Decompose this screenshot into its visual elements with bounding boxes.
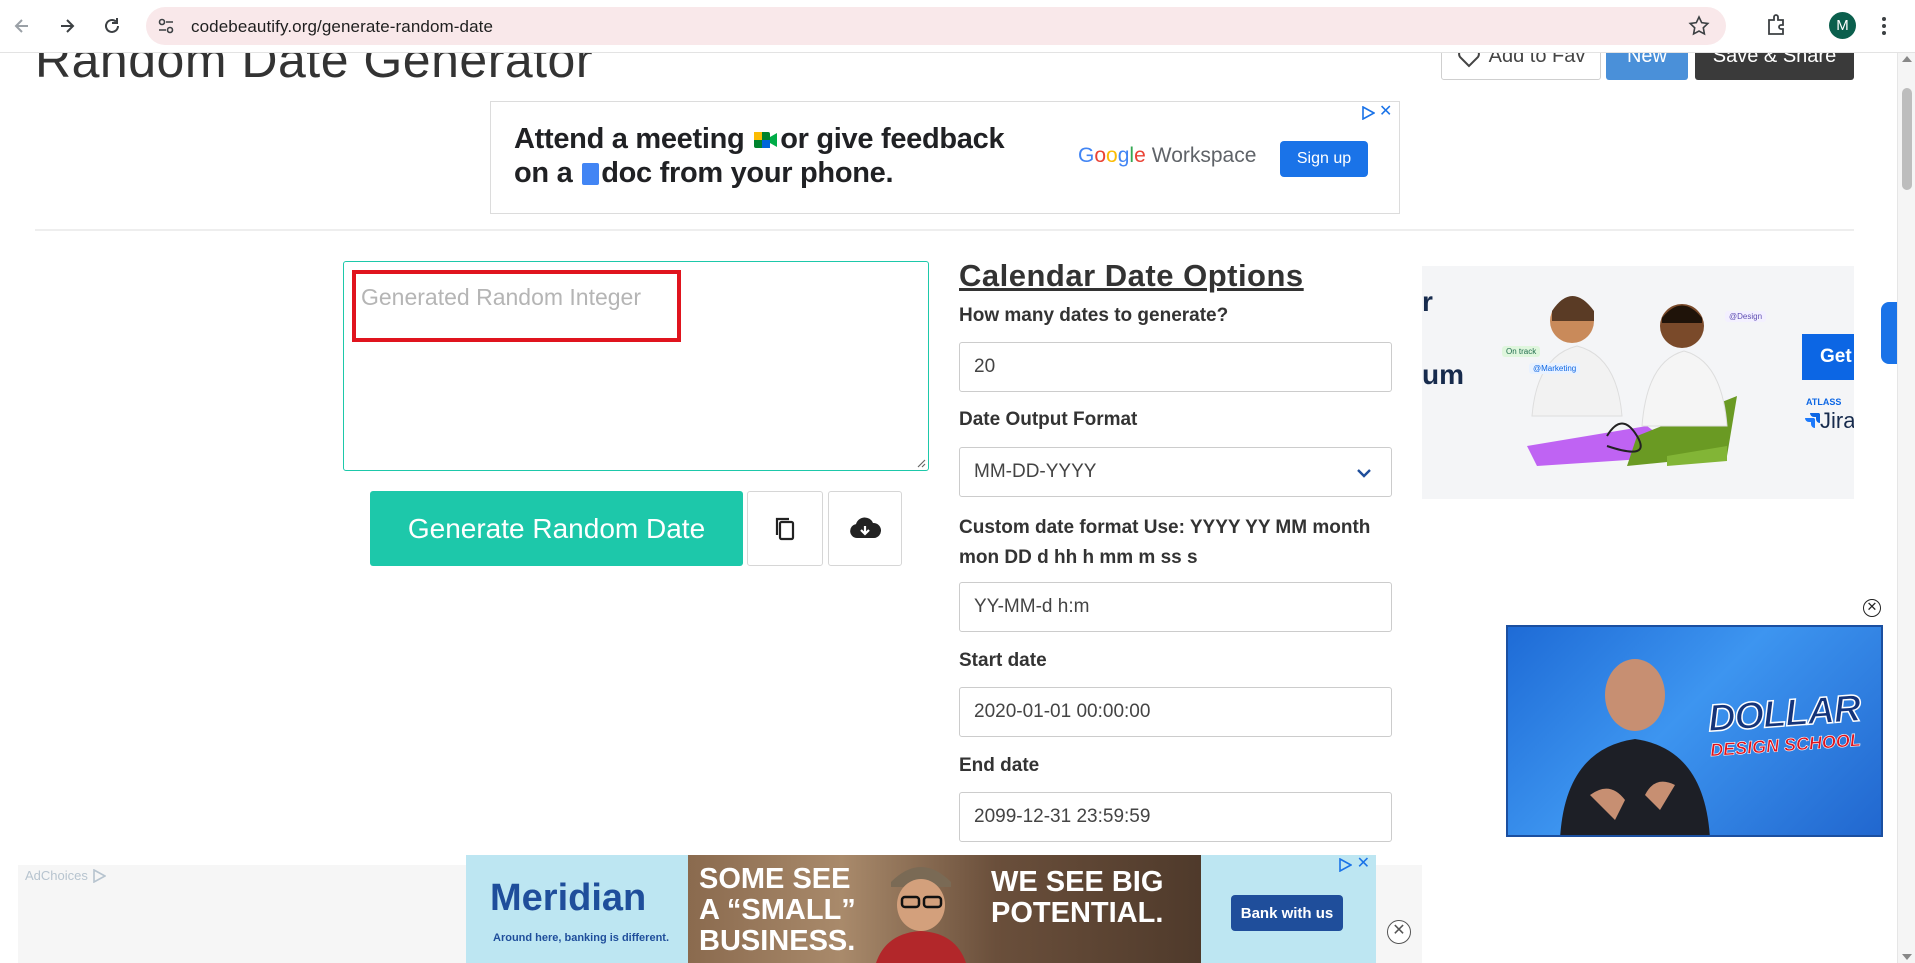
- ad-tag: On track: [1502, 346, 1541, 357]
- ad-tag: @Design: [1725, 311, 1767, 322]
- ad-headline-line: A “SMALL”: [699, 894, 856, 926]
- ad-person-figure: [876, 867, 966, 963]
- ad-partial-text: r: [1422, 286, 1433, 317]
- browser-menu-icon[interactable]: [1878, 13, 1890, 39]
- ad-headline-part: or give feedback: [780, 123, 1005, 155]
- bookmark-star-icon[interactable]: [1688, 15, 1710, 37]
- scroll-down-icon[interactable]: [1902, 954, 1912, 960]
- highlight-box: [352, 270, 681, 342]
- download-button[interactable]: [828, 491, 902, 566]
- page-scrollbar[interactable]: [1897, 53, 1915, 963]
- divider: [35, 229, 1854, 231]
- heart-icon: [1457, 53, 1480, 67]
- meridian-logo: Meridian: [490, 877, 647, 919]
- top-advertisement[interactable]: Attend a meeting or give feedback on a d…: [490, 101, 1400, 214]
- adchoices-icon: [93, 868, 106, 883]
- video-close-icon[interactable]: ✕: [1863, 599, 1881, 617]
- cloud-download-icon: [850, 516, 881, 538]
- bottom-ad-close-icon[interactable]: ✕: [1387, 920, 1411, 944]
- custom-format-label: Custom date format Use: YYYY YY MM month…: [959, 517, 1371, 568]
- browser-toolbar: codebeautify.org/generate-random-date M: [0, 0, 1915, 53]
- count-input[interactable]: 20: [959, 342, 1392, 392]
- google-meet-icon: [754, 124, 778, 148]
- ad-tag: @Marketing: [1529, 363, 1581, 374]
- ad-headline-part: doc from your phone.: [601, 157, 894, 189]
- ad-headline-line: SOME SEE: [699, 863, 851, 895]
- meridian-tagline: Around here, banking is different.: [493, 932, 670, 944]
- address-bar[interactable]: codebeautify.org/generate-random-date: [146, 7, 1726, 45]
- format-select[interactable]: MM-DD-YYYY: [959, 447, 1392, 497]
- ad-headline-part: on a: [514, 157, 573, 189]
- copy-button[interactable]: [747, 491, 823, 566]
- back-button[interactable]: [8, 12, 36, 40]
- ad-brand-small: ATLASS: [1806, 397, 1842, 407]
- adchoices-label[interactable]: AdChoices: [25, 868, 106, 883]
- page-title: Random Date Generator: [35, 53, 594, 88]
- resize-handle-icon[interactable]: [916, 458, 926, 468]
- url-text: codebeautify.org/generate-random-date: [191, 17, 494, 36]
- right-advertisement[interactable]: r um On track @Marketing @Design Get ATL…: [1422, 266, 1854, 499]
- reload-icon: [105, 18, 119, 33]
- ad-headline-right: WE SEE BIG POTENTIAL.: [991, 867, 1163, 929]
- ad-partial-text: um: [1422, 359, 1464, 390]
- back-arrow-icon: [14, 19, 28, 33]
- adchoices-icon[interactable]: [1338, 858, 1352, 872]
- ad-get-button[interactable]: Get: [1802, 334, 1854, 380]
- ad-headline-line: BUSINESS.: [699, 925, 856, 957]
- site-info-icon[interactable]: [156, 16, 176, 36]
- logo-letter: G: [1078, 144, 1095, 167]
- ad-signup-button[interactable]: Sign up: [1280, 141, 1368, 177]
- ad-close-icon[interactable]: ✕: [1379, 104, 1393, 120]
- adchoices-text: AdChoices: [25, 868, 88, 883]
- copy-icon: [775, 517, 795, 540]
- forward-button[interactable]: [53, 12, 81, 40]
- chevron-down-icon: [1357, 469, 1371, 478]
- video-advertisement[interactable]: DOLLAR DESIGN SCHOOL: [1506, 625, 1883, 837]
- end-date-label: End date: [959, 755, 1040, 776]
- save-share-button[interactable]: Save & Share: [1695, 53, 1854, 80]
- jira-text: Jira: [1820, 408, 1854, 433]
- profile-avatar[interactable]: M: [1829, 12, 1856, 39]
- ad-headline: Attend a meeting or give feedback on a d…: [514, 122, 1005, 190]
- count-label: How many dates to generate?: [959, 305, 1229, 326]
- format-select-value: MM-DD-YYYY: [974, 461, 1097, 482]
- feedback-side-tab[interactable]: [1881, 302, 1897, 364]
- ad-headline-left: SOME SEE A “SMALL” BUSINESS.: [699, 864, 856, 957]
- start-date-input[interactable]: 2020-01-01 00:00:00: [959, 687, 1392, 737]
- forward-arrow-icon: [61, 19, 75, 33]
- google-docs-icon: [582, 163, 600, 185]
- add-to-fav-label: Add to Fav: [1488, 53, 1586, 67]
- logo-letter: g: [1117, 144, 1130, 167]
- ad-headline-line: POTENTIAL.: [991, 897, 1164, 929]
- generate-random-date-button[interactable]: Generate Random Date: [370, 491, 743, 566]
- custom-format-input[interactable]: YY-MM-d h:m: [959, 582, 1392, 632]
- bank-with-us-button[interactable]: Bank with us: [1231, 895, 1343, 931]
- jira-icon: [1805, 413, 1820, 428]
- adchoices-icon[interactable]: [1361, 106, 1375, 120]
- google-workspace-logo: Google Workspace: [1078, 144, 1256, 168]
- ad-headline-part: Attend a meeting: [514, 123, 745, 155]
- end-date-input[interactable]: 2099-12-31 23:59:59: [959, 792, 1392, 842]
- video-presenter-figure: [1560, 659, 1710, 835]
- bottom-advertisement[interactable]: Meridian Around here, banking is differe…: [466, 855, 1376, 963]
- add-to-fav-button[interactable]: Add to Fav: [1441, 53, 1601, 80]
- ad-headline-line: WE SEE BIG: [991, 866, 1164, 898]
- scroll-up-icon[interactable]: [1902, 56, 1912, 62]
- logo-letter: e: [1134, 144, 1146, 167]
- reload-button[interactable]: [98, 12, 126, 40]
- logo-product: Workspace: [1151, 144, 1257, 167]
- extensions-puzzle-icon[interactable]: [1764, 12, 1790, 38]
- logo-letter: o: [1094, 144, 1107, 167]
- ad-close-icon[interactable]: ✕: [1357, 856, 1370, 872]
- page-content: Random Date Generator Add to Fav New Sav…: [0, 53, 1897, 963]
- logo-letter: o: [1106, 144, 1118, 167]
- jira-logo: Jira: [1802, 408, 1854, 434]
- scrollbar-thumb[interactable]: [1902, 88, 1912, 190]
- start-date-label: Start date: [959, 650, 1047, 671]
- options-title: Calendar Date Options: [959, 258, 1304, 293]
- new-button[interactable]: New: [1606, 53, 1688, 80]
- format-label: Date Output Format: [959, 409, 1138, 430]
